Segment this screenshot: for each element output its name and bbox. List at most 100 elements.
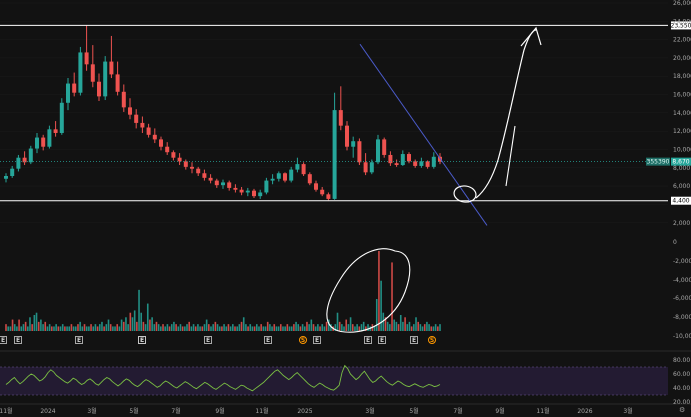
volume-bar — [413, 324, 415, 331]
candle-body — [227, 182, 232, 188]
price-tick-label: 22,000 — [673, 37, 691, 44]
volume-bar — [122, 321, 125, 331]
volume-bar — [253, 326, 256, 331]
volume-bar — [129, 312, 132, 331]
volume-bar — [170, 324, 173, 331]
volume-bar — [210, 326, 212, 331]
volume-bar — [105, 324, 108, 331]
volume-bar — [249, 324, 252, 331]
volume-bar — [391, 262, 393, 331]
volume-bar — [301, 324, 304, 331]
candle-body — [394, 163, 399, 166]
volume-bar — [164, 326, 167, 331]
time-tick-label: 9월 — [215, 407, 224, 415]
volume-bar — [11, 319, 14, 331]
volume-bar — [271, 326, 273, 331]
volume-bar — [57, 326, 60, 331]
candle-body — [202, 173, 207, 178]
price-tick-label: 24,000 — [673, 18, 691, 25]
volume-bar — [314, 326, 317, 331]
volume-bar — [53, 326, 55, 331]
ticker-label: 355390 — [647, 159, 670, 166]
volume-bar — [306, 321, 308, 331]
volume-bar — [68, 326, 71, 331]
candle-body — [283, 173, 287, 181]
time-tick-label: 5월 — [129, 407, 138, 415]
volume-bar — [37, 321, 40, 331]
chart-canvas[interactable]: E E E E E E E SE E ES E 23,5504,400355390 8,670 26,… — [0, 0, 691, 417]
volume-bar — [358, 326, 361, 331]
time-tick-label: 5월 — [409, 407, 418, 415]
candle-body — [264, 180, 269, 193]
candle-body — [28, 148, 33, 163]
volume-bar — [27, 326, 29, 331]
candle-body — [109, 61, 114, 75]
volume-bar — [146, 303, 149, 331]
candle-body — [301, 164, 306, 175]
volume-bar — [162, 324, 164, 331]
event-s-label: S — [430, 337, 434, 344]
volume-bar — [336, 312, 339, 331]
volume-bar — [192, 324, 195, 331]
volume-bar — [151, 317, 153, 331]
volume-bar — [417, 321, 419, 331]
volume-bar — [155, 321, 158, 331]
time-tick-label: 11월 — [536, 407, 549, 415]
volume-bar — [103, 326, 105, 331]
volume-tick-label: -8,000 — [673, 314, 691, 321]
volume-tick-label: 2,000 — [673, 220, 690, 227]
event-e-label: E — [77, 337, 81, 344]
volume-bar — [426, 321, 428, 331]
volume-bar — [345, 319, 348, 331]
volume-bar — [175, 324, 177, 331]
volume-bar — [375, 299, 378, 331]
volume-bar — [293, 324, 295, 331]
volume-bar — [16, 326, 18, 331]
candle-body — [320, 189, 325, 195]
volume-bar — [399, 315, 402, 331]
volume-bar — [173, 321, 175, 331]
candle-body — [332, 110, 337, 199]
volume-bar — [321, 324, 324, 331]
time-tick-label: 11월 — [0, 407, 13, 415]
price-tick-label: 10,000 — [673, 146, 691, 153]
candle-body — [382, 139, 387, 155]
volume-bar — [242, 317, 245, 331]
price-tick-label: 14,000 — [673, 110, 691, 117]
volume-bar — [186, 324, 188, 331]
volume-bar — [229, 326, 232, 331]
settings-icon[interactable]: ⚙ — [679, 406, 685, 414]
volume-bar — [256, 324, 258, 331]
volume-bar — [181, 326, 184, 331]
volume-bar — [70, 324, 73, 331]
candle-body — [351, 141, 356, 147]
chart-root: EEEEEEESEEESE 23,550 4,400 355390 8,670 26,… — [0, 0, 691, 417]
candle-body — [233, 187, 238, 190]
volume-bar — [406, 324, 409, 331]
volume-bar — [50, 326, 53, 331]
candle-body — [115, 74, 120, 92]
volume-bar — [245, 324, 247, 331]
candle-body — [84, 52, 89, 65]
candle-body — [177, 157, 182, 162]
volume-bar — [351, 324, 354, 331]
volume-bar — [310, 319, 313, 331]
volume-bar — [227, 324, 230, 331]
volume-bar — [153, 324, 156, 331]
volume-bar — [338, 321, 341, 331]
volume-bar — [262, 326, 265, 331]
volume-bar — [166, 324, 169, 331]
volume-bar — [354, 326, 356, 331]
rsi-tick-label: 60.00 — [673, 371, 690, 378]
volume-bar — [72, 326, 75, 331]
volume-bar — [236, 326, 238, 331]
volume-bar — [120, 319, 123, 331]
volume-bar — [303, 326, 306, 331]
volume-bar — [55, 324, 57, 331]
volume-bar — [168, 326, 171, 331]
rsi-tick-label: 80.00 — [673, 357, 690, 364]
volume-bar — [397, 324, 400, 331]
volume-bar — [144, 324, 147, 331]
volume-bar — [88, 326, 90, 331]
candle-body — [314, 183, 318, 190]
